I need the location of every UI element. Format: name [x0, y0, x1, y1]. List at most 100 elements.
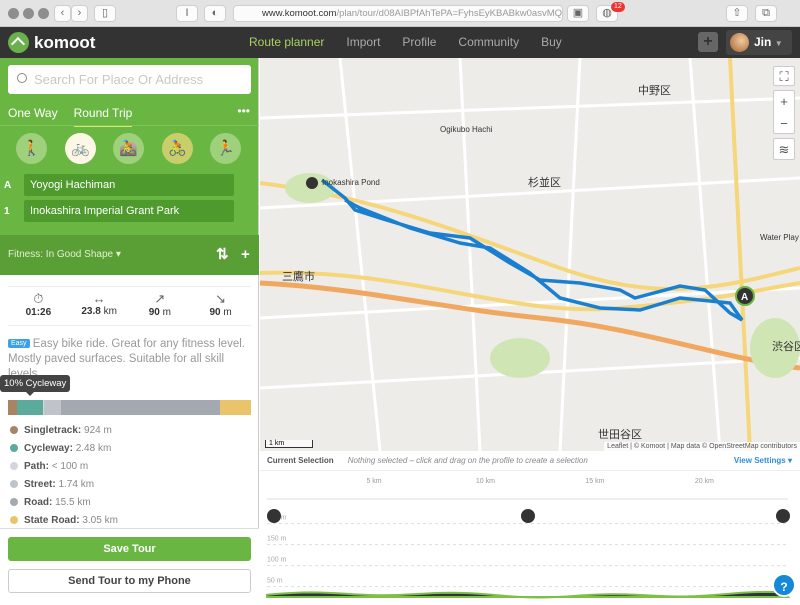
y-tick-label: 150 m — [267, 536, 287, 543]
notification-badge: 12 — [611, 2, 625, 12]
running-icon[interactable]: 🏃 — [210, 133, 241, 164]
share-icon[interactable]: ⇧ — [726, 5, 748, 22]
add-button[interactable]: + — [698, 32, 718, 52]
forward-button[interactable]: › — [71, 5, 88, 22]
address-bar[interactable]: www.komoot.com/plan/tour/d08AIBPfAhTePA=… — [233, 5, 563, 22]
zoom-in-button[interactable]: + — [774, 91, 794, 113]
user-menu[interactable]: Jin ▼ — [726, 30, 792, 55]
surface-segment[interactable] — [61, 400, 220, 415]
brand-name: komoot — [34, 32, 96, 52]
elevation-area[interactable] — [266, 590, 791, 599]
profile-header: Current Selection Nothing selected – clic… — [260, 451, 800, 471]
nav-community[interactable]: Community — [458, 35, 519, 49]
y-tick-label: 100 m — [267, 557, 287, 564]
map-label: 中野区 — [638, 84, 671, 97]
waypoint-marker-a[interactable]: A — [4, 180, 11, 191]
map-label: Water Play — [760, 233, 799, 242]
map-label: 三鷹市 — [282, 269, 315, 283]
nav-import[interactable]: Import — [346, 35, 380, 49]
url-host: www.komoot.com — [262, 8, 337, 19]
back-button[interactable]: ‹ — [54, 5, 71, 22]
waypoint-1-marker[interactable] — [306, 177, 318, 189]
map[interactable]: A 中野区 杉並区 三鷹市 世田谷区 渋谷区 Inokashira Pond O… — [260, 58, 800, 451]
nav-route-planner[interactable]: Route planner — [249, 35, 324, 49]
start-icon[interactable] — [267, 509, 281, 523]
legend-dot — [10, 480, 18, 488]
tab-round-trip[interactable]: Round Trip — [73, 106, 133, 127]
mountain-bike-icon[interactable]: 🚵 — [113, 133, 144, 164]
profile-title: Current Selection — [267, 456, 334, 465]
legend-dot — [10, 516, 18, 524]
surface-segment[interactable] — [8, 400, 18, 415]
add-waypoint-icon[interactable]: + — [241, 235, 250, 275]
map-label: Ogikubo Hachi — [440, 125, 493, 134]
legend-dot — [10, 444, 18, 452]
legend-dot — [10, 462, 18, 470]
x-tick-label: 10 km — [476, 478, 495, 485]
more-options-button[interactable]: ••• — [237, 104, 250, 118]
hiking-icon[interactable]: 🚶 — [16, 133, 47, 164]
waypoint-1[interactable]: Inokashira Imperial Grant Park — [24, 200, 234, 222]
minimize-window-button[interactable] — [23, 8, 34, 19]
waypoint-pin-icon[interactable] — [521, 509, 535, 523]
profile-chart[interactable]: 5 km10 km15 km20 km200 m150 m100 m50 m — [260, 471, 800, 600]
uphill: 90 m — [148, 307, 171, 318]
search-icon — [17, 73, 27, 83]
logo-icon — [8, 32, 29, 53]
reader-icon[interactable]: I — [176, 5, 198, 22]
save-tour-button[interactable]: Save Tour — [8, 537, 251, 561]
map-label: 世田谷区 — [598, 428, 642, 441]
password-icon[interactable]: ▣ — [567, 5, 589, 22]
nav-buy[interactable]: Buy — [541, 35, 562, 49]
uphill-icon: ↗ — [154, 291, 166, 306]
distance: 23.8 km — [81, 306, 117, 317]
sidebar-toggle-icon[interactable]: ▯ — [94, 5, 116, 22]
y-tick-label: 50 m — [267, 578, 283, 585]
chevron-down-icon: ▾ — [115, 249, 121, 260]
finish-flag-icon[interactable] — [776, 509, 790, 523]
komoot-logo[interactable]: komoot — [8, 32, 95, 53]
reverse-route-icon[interactable]: ⇅ — [216, 235, 229, 275]
send-to-phone-button[interactable]: Send Tour to my Phone — [8, 569, 251, 593]
map-label: 杉並区 — [528, 175, 561, 189]
search-input[interactable]: Search For Place Or Address — [8, 65, 251, 94]
legend-item: Street: 1.74 km — [10, 478, 118, 496]
x-tick-label: 20 km — [695, 478, 714, 485]
extension-icon[interactable]: ◐ — [204, 5, 226, 22]
surface-segment[interactable] — [219, 400, 251, 415]
legend-dot — [10, 498, 18, 506]
help-button[interactable]: ? — [772, 573, 796, 597]
zoom-window-button[interactable] — [38, 8, 49, 19]
legend-item: Cycleway: 2.48 km — [10, 442, 118, 460]
waypoint-marker-1[interactable]: 1 — [4, 206, 10, 217]
legend-item: Road: 15.5 km — [10, 496, 118, 514]
layers-icon[interactable]: ≋ — [773, 138, 795, 160]
browser-toolbar: ‹ › ▯ I ◐ www.komoot.com/plan/tour/d08AI… — [0, 0, 800, 27]
map-attribution[interactable]: Leaflet | © Komoot | Map data © OpenStre… — [604, 442, 800, 451]
map-canvas: A 中野区 杉並区 三鷹市 世田谷区 渋谷区 Inokashira Pond O… — [260, 58, 800, 451]
user-name: Jin — [754, 35, 772, 49]
legend-item: Singletrack: 924 m — [10, 424, 118, 442]
zoom-out-button[interactable]: − — [774, 113, 794, 135]
elevation-profile[interactable]: Current Selection Nothing selected – clic… — [260, 451, 800, 600]
fullscreen-button[interactable]: ⛶ — [773, 66, 795, 86]
tabs-icon[interactable]: ⧉ — [755, 5, 777, 22]
waypoint-start[interactable]: Yoyogi Hachiman — [24, 174, 234, 196]
surface-segment[interactable] — [43, 400, 62, 415]
map-label: 渋谷区 — [772, 340, 800, 353]
profile-hint: Nothing selected – click and drag on the… — [347, 456, 588, 465]
close-window-button[interactable] — [8, 8, 19, 19]
road-bike-icon[interactable]: 🚴 — [162, 133, 193, 164]
tab-one-way[interactable]: One Way — [8, 106, 58, 127]
fitness-dropdown[interactable]: Fitness: In Good Shape — [8, 249, 113, 260]
view-settings-button[interactable]: View Settings ▾ — [734, 451, 792, 471]
x-tick-label: 15 km — [585, 478, 604, 485]
touring-bike-icon[interactable]: 🚲 — [65, 133, 96, 164]
nav-profile[interactable]: Profile — [402, 35, 436, 49]
legend-item: Path: < 100 m — [10, 460, 118, 478]
surface-bar[interactable] — [8, 400, 251, 415]
legend-dot — [10, 426, 18, 434]
chevron-down-icon: ▼ — [774, 39, 783, 48]
zoom-controls: + − — [773, 90, 795, 134]
surface-segment[interactable] — [17, 400, 43, 415]
